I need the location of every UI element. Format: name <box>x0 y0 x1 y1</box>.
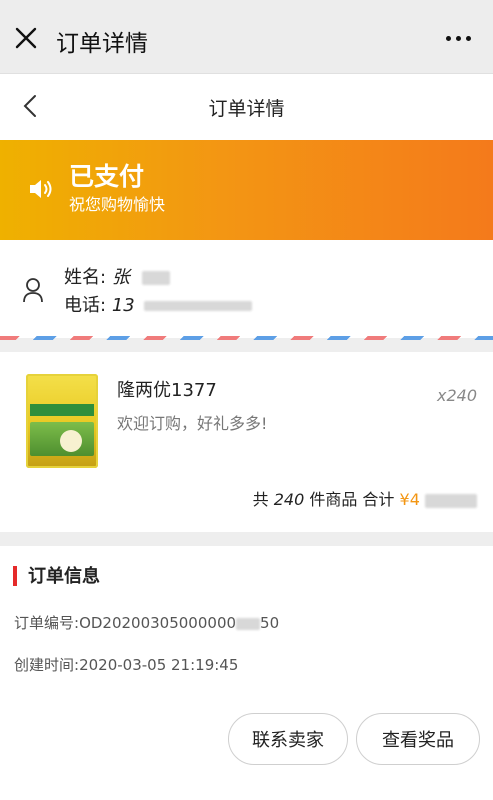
summary-prefix: 共 <box>252 490 269 509</box>
product-image[interactable] <box>26 374 98 468</box>
phone-row: 电话: 13 <box>64 291 253 317</box>
address-divider <box>0 336 493 340</box>
order-number-label: 订单编号: <box>14 614 80 632</box>
page-nav: 订单详情 <box>0 74 493 140</box>
created-time-row: 创建时间:2020-03-05 21:19:45 <box>14 654 238 675</box>
summary-suffix: 件商品 合计 <box>309 490 395 509</box>
status-banner: 已支付 祝您购物愉快 <box>0 140 493 240</box>
name-row: 姓名: 张 <box>64 263 170 289</box>
phone-label: 电话: <box>64 295 107 316</box>
page-title: 订单详情 <box>208 98 285 120</box>
close-icon[interactable] <box>14 26 38 50</box>
payment-status: 已支付 <box>69 162 145 191</box>
redacted-phone <box>144 301 253 311</box>
goods-card[interactable]: 隆两优1377 欢迎订购，好礼多多! x240 共 240 件商品 合计 ¥4 <box>0 352 493 532</box>
total-amount: 4 <box>409 490 420 509</box>
status-subtitle: 祝您购物愉快 <box>69 195 166 214</box>
created-label: 创建时间: <box>14 656 80 674</box>
section-marker <box>13 566 17 586</box>
summary-count: 240 <box>273 490 305 509</box>
section-title: 订单信息 <box>28 566 100 587</box>
order-info-section: 订单信息 订单编号:OD20200305000000 50 创建时间:2020-0… <box>0 546 493 800</box>
order-number-value: OD20200305000000 <box>79 614 237 632</box>
person-icon <box>23 278 43 303</box>
name-label: 姓名: <box>64 267 107 288</box>
speaker-icon <box>30 180 52 198</box>
order-number-tail: 50 <box>260 614 280 632</box>
order-number-row: 订单编号:OD20200305000000 50 <box>14 612 279 633</box>
product-quantity: x240 <box>436 386 477 405</box>
redacted-order-number <box>236 617 261 630</box>
phone-value: 13 <box>111 295 135 316</box>
redacted-name <box>141 271 170 285</box>
currency-symbol: ¥ <box>399 490 410 509</box>
more-icon[interactable] <box>446 36 471 41</box>
buyer-contact: 姓名: 张 电话: 13 <box>0 240 493 338</box>
name-value: 张 <box>111 267 130 288</box>
window-title: 订单详情 <box>56 31 148 57</box>
product-slogan: 欢迎订购，好礼多多! <box>117 414 268 433</box>
view-prize-button[interactable]: 查看奖品 <box>356 713 480 765</box>
contact-seller-button[interactable]: 联系卖家 <box>228 713 348 765</box>
window-header: 订单详情 <box>0 0 493 74</box>
redacted-total <box>425 493 477 508</box>
order-summary: 共 240 件商品 合计 ¥4 <box>253 486 477 510</box>
product-name: 隆两优1377 <box>117 380 217 401</box>
created-value: 2020-03-05 21:19:45 <box>79 656 239 674</box>
